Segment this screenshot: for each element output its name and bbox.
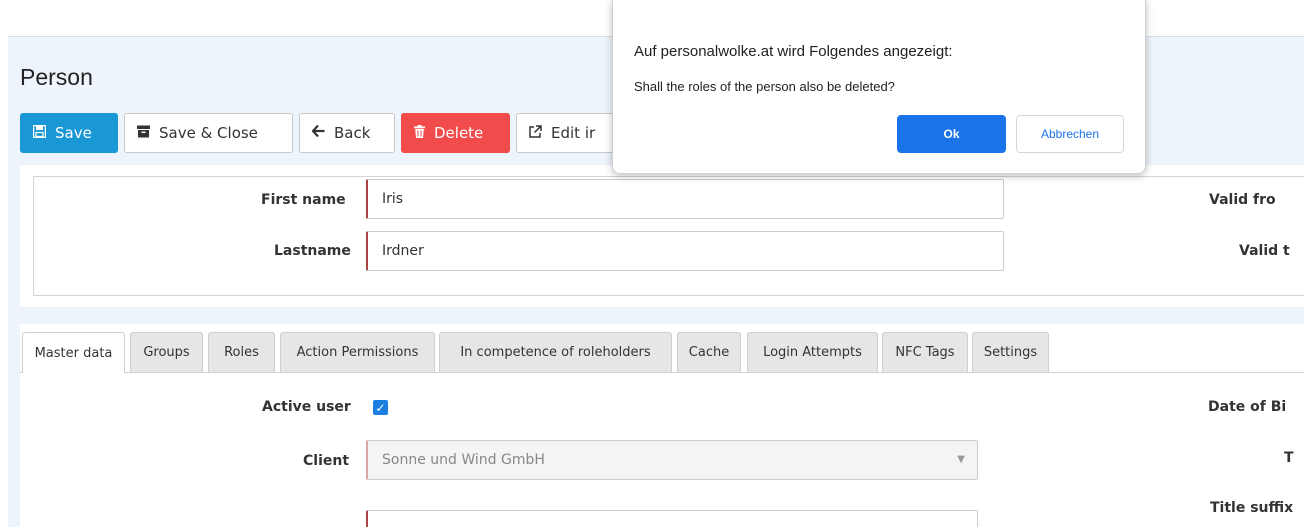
dialog-title: Auf personalwolke.at wird Folgendes ange… bbox=[634, 43, 953, 60]
save-and-close-label: Save & Close bbox=[159, 124, 258, 142]
arrow-left-icon bbox=[311, 124, 325, 141]
trash-icon bbox=[414, 124, 425, 142]
tab-action-permissions[interactable]: Action Permissions bbox=[280, 332, 435, 372]
lastname-label: Lastname bbox=[274, 243, 351, 259]
valid-from-label: Valid fro bbox=[1209, 192, 1276, 208]
edit-button-label: Edit ir bbox=[551, 124, 596, 142]
person-header-form: First name Iris Lastname Irdner Valid fr… bbox=[33, 176, 1304, 296]
tab-nfc-tags[interactable]: NFC Tags bbox=[882, 332, 968, 372]
lastname-field[interactable]: Irdner bbox=[366, 231, 1004, 271]
first-name-field[interactable]: Iris bbox=[366, 179, 1004, 219]
page-title: Person bbox=[20, 64, 93, 90]
save-button-label: Save bbox=[55, 124, 92, 142]
tab-cache[interactable]: Cache bbox=[677, 332, 741, 372]
back-button-label: Back bbox=[334, 124, 371, 142]
chevron-down-icon: ▼ bbox=[957, 454, 965, 465]
title-label: T bbox=[1284, 450, 1294, 466]
save-and-close-button[interactable]: Save & Close bbox=[124, 113, 293, 153]
tab-roles[interactable]: Roles bbox=[208, 332, 275, 372]
date-of-birth-label: Date of Bi bbox=[1208, 399, 1287, 415]
dialog-cancel-button[interactable]: Abbrechen bbox=[1016, 115, 1124, 153]
tab-bar: Master data Groups Roles Action Permissi… bbox=[20, 332, 1304, 373]
tab-groups[interactable]: Groups bbox=[130, 332, 203, 372]
next-field-input[interactable] bbox=[366, 510, 978, 527]
delete-button-label: Delete bbox=[434, 124, 484, 142]
confirm-dialog: Auf personalwolke.at wird Folgendes ange… bbox=[612, 0, 1146, 174]
tab-master-data[interactable]: Master data bbox=[22, 332, 125, 373]
valid-to-label: Valid t bbox=[1239, 243, 1290, 259]
archive-box-icon bbox=[137, 125, 150, 142]
active-user-checkbox[interactable]: ✓ bbox=[373, 400, 388, 415]
edit-button[interactable]: Edit ir bbox=[516, 113, 626, 153]
client-select[interactable]: Sonne und Wind GmbH ▼ bbox=[366, 440, 978, 480]
first-name-label: First name bbox=[261, 192, 346, 208]
tab-in-competence-of-roleholders[interactable]: In competence of roleholders bbox=[439, 332, 672, 372]
dialog-ok-button[interactable]: Ok bbox=[897, 115, 1006, 153]
tabs-area: Master data Groups Roles Action Permissi… bbox=[20, 324, 1304, 527]
save-button[interactable]: Save bbox=[20, 113, 118, 153]
external-link-icon bbox=[529, 124, 542, 142]
delete-button[interactable]: Delete bbox=[401, 113, 510, 153]
title-suffix-label: Title suffix bbox=[1210, 500, 1294, 516]
dialog-message: Shall the roles of the person also be de… bbox=[634, 79, 895, 94]
active-user-label: Active user bbox=[262, 399, 351, 415]
tab-login-attempts[interactable]: Login Attempts bbox=[747, 332, 878, 372]
back-button[interactable]: Back bbox=[299, 113, 395, 153]
floppy-disk-icon bbox=[32, 124, 47, 142]
client-select-value: Sonne und Wind GmbH bbox=[382, 452, 545, 468]
tab-settings[interactable]: Settings bbox=[972, 332, 1049, 372]
client-label: Client bbox=[303, 453, 350, 469]
person-header-card: First name Iris Lastname Irdner Valid fr… bbox=[20, 165, 1304, 307]
checkmark-icon: ✓ bbox=[375, 400, 386, 415]
